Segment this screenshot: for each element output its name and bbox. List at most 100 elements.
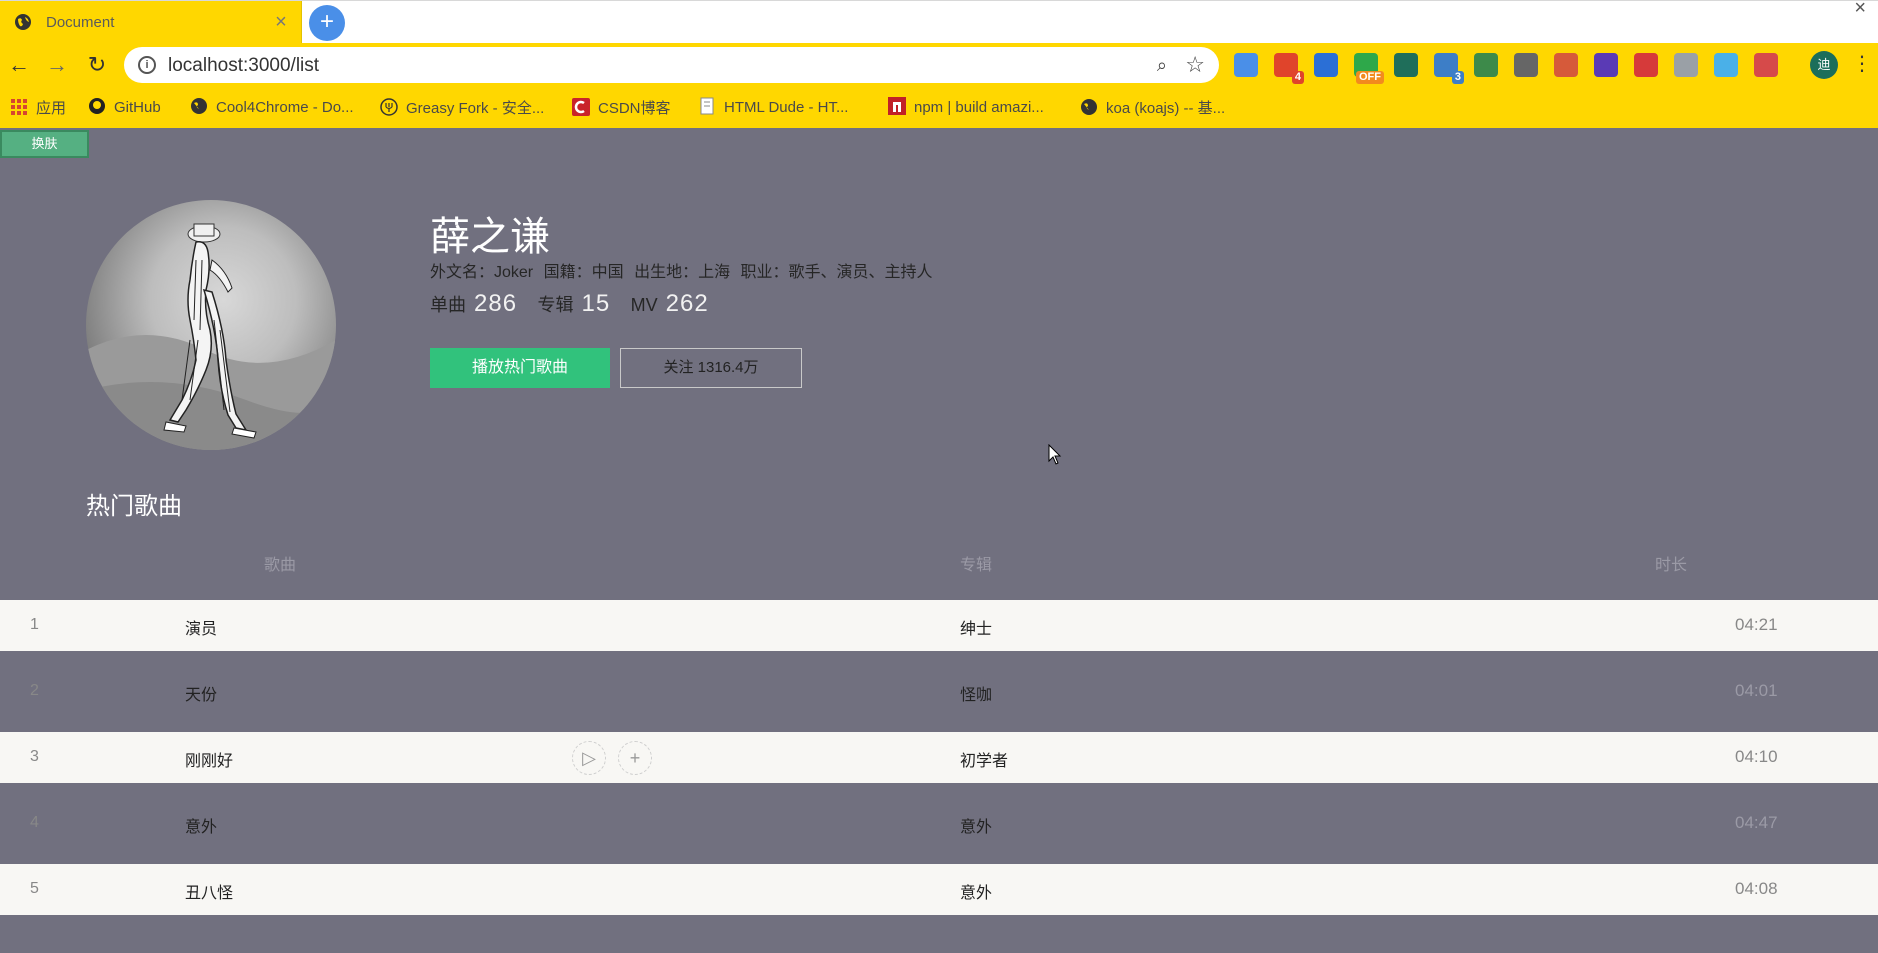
song-title[interactable]: 刚刚好 <box>185 747 233 771</box>
globe-icon <box>191 98 207 114</box>
github-icon <box>89 98 105 114</box>
bookmark-label: HTML Dude - HT... <box>724 99 849 116</box>
song-title[interactable]: 演员 <box>185 615 217 639</box>
song-album[interactable]: 怪咖 <box>960 681 992 705</box>
bookmark-label: GitHub <box>114 99 161 116</box>
tab-strip: Document × + × <box>0 0 1878 44</box>
song-duration: 04:08 <box>1735 879 1778 898</box>
skin-toggle-button[interactable]: 换肤 <box>0 130 89 158</box>
bookmark-cool4chrome[interactable]: Cool4Chrome - Do... <box>190 97 354 117</box>
menu-dots-icon[interactable]: ⋮ <box>1852 51 1872 77</box>
bookmark-csdn[interactable]: CSDN博客 <box>572 97 671 117</box>
song-index: 3 <box>30 748 39 765</box>
new-tab-button[interactable]: + <box>309 5 345 41</box>
song-duration: 04:10 <box>1735 747 1778 766</box>
bookmark-label: CSDN博客 <box>598 100 671 117</box>
table-row[interactable]: 1 演员 绅士 04:21 <box>0 600 1878 651</box>
song-album[interactable]: 绅士 <box>960 615 992 639</box>
column-header-song: 歌曲 <box>264 557 297 574</box>
cube-icon[interactable] <box>1594 53 1618 77</box>
bookmark-greasyfork[interactable]: Greasy Fork - 安全... <box>380 97 544 117</box>
song-index: 5 <box>30 880 39 897</box>
bookmark-label: 应用 <box>36 100 67 117</box>
extension-badge: 4 <box>1291 71 1304 84</box>
shield-icon[interactable] <box>1674 53 1698 77</box>
window-close-icon[interactable]: × <box>1854 0 1866 20</box>
table-row[interactable]: 5 丑八怪 意外 04:08 <box>0 864 1878 915</box>
extension-badge: 3 <box>1451 71 1464 84</box>
tab-title: Document <box>46 14 115 31</box>
artist-name: 薛之谦 <box>430 215 550 259</box>
profile-avatar[interactable]: 迪 <box>1810 51 1838 79</box>
artist-occupation: 职业：歌手、演员、主持人 <box>740 264 933 281</box>
calendar-icon[interactable] <box>1754 53 1778 77</box>
bookmark-npm[interactable]: npm | build amazi... <box>888 97 1044 117</box>
people-icon[interactable] <box>1554 53 1578 77</box>
song-index: 4 <box>30 814 39 831</box>
table-row[interactable]: 3 刚刚好 ▷ + 初学者 04:10 <box>0 732 1878 783</box>
follow-button[interactable]: 关注 1316.4万 <box>620 348 802 388</box>
url-text[interactable]: localhost:3000/list <box>168 55 319 77</box>
s-icon[interactable]: 3 <box>1434 53 1464 84</box>
song-title[interactable]: 丑八怪 <box>185 879 233 903</box>
vue-icon[interactable] <box>1394 53 1418 77</box>
mv-label: MV <box>630 295 658 315</box>
column-header-duration: 时长 <box>1655 557 1688 574</box>
bookmark-star-icon[interactable]: ☆ <box>1185 52 1205 78</box>
bookmark-htmldude[interactable]: HTML Dude - HT... <box>698 97 848 117</box>
bookmark-github[interactable]: GitHub <box>88 97 161 117</box>
artist-foreign-name: 外文名：Joker <box>430 264 534 281</box>
extension-badge: OFF <box>1356 71 1384 84</box>
site-info-icon[interactable]: i <box>138 56 156 74</box>
feather-icon[interactable] <box>1234 53 1258 77</box>
column-header-album: 专辑 <box>960 557 993 574</box>
add-icon[interactable]: + <box>618 741 652 775</box>
mv-count[interactable]: 262 <box>666 290 709 317</box>
bookmark-apps[interactable]: 应用 <box>10 97 66 117</box>
song-index: 1 <box>30 616 39 633</box>
bookmark-label: Cool4Chrome - Do... <box>216 99 354 116</box>
single-label: 单曲 <box>430 295 466 315</box>
forward-arrow-icon[interactable]: → <box>44 52 70 78</box>
tab-close-icon[interactable]: × <box>271 10 291 34</box>
single-count[interactable]: 286 <box>474 290 517 317</box>
artist-page: 换肤 薛之谦 外文名：Joker 国籍：中国 出生地：上海 职业：歌手、演员、主… <box>0 128 1878 953</box>
artist-birthplace: 出生地：上海 <box>634 264 731 281</box>
globe-icon <box>15 14 31 30</box>
address-bar[interactable]: i localhost:3000/list ⌕ ☆ <box>124 47 1219 83</box>
w-icon[interactable] <box>1314 53 1338 77</box>
artist-stats: 单曲 286 专辑 15 MV 262 <box>430 290 725 318</box>
play-hot-songs-button[interactable]: 播放热门歌曲 <box>430 348 610 388</box>
zoom-icon[interactable]: ⌕ <box>1157 55 1167 76</box>
album-count[interactable]: 15 <box>582 290 611 317</box>
song-album[interactable]: 初学者 <box>960 747 1008 771</box>
mouse-cursor-icon <box>1048 444 1062 465</box>
bookmark-label: koa (koajs) -- 基... <box>1106 100 1226 117</box>
song-index: 2 <box>30 682 39 699</box>
artist-avatar <box>86 200 336 450</box>
compass-icon[interactable] <box>1714 53 1738 77</box>
table-row[interactable]: 2 天份 怪咖 04:01 <box>0 666 1878 717</box>
artist-nationality: 国籍：中国 <box>543 264 624 281</box>
mail-icon[interactable]: 4 <box>1274 53 1304 84</box>
song-title[interactable]: 意外 <box>185 813 217 837</box>
play-icon[interactable]: ▷ <box>572 741 606 775</box>
song-title[interactable]: 天份 <box>185 681 217 705</box>
fe-icon[interactable] <box>1634 53 1658 77</box>
album-label: 专辑 <box>537 295 574 315</box>
artist-meta: 外文名：Joker 国籍：中国 出生地：上海 职业：歌手、演员、主持人 <box>430 258 939 282</box>
reload-icon[interactable]: ↻ <box>84 52 110 78</box>
brackets-icon[interactable] <box>1514 53 1538 77</box>
tab-document[interactable]: Document × <box>0 1 302 44</box>
song-album[interactable]: 意外 <box>960 879 992 903</box>
recycle-icon[interactable] <box>1474 53 1498 77</box>
csdn-icon <box>572 98 590 116</box>
table-row[interactable]: 4 意外 意外 04:47 <box>0 798 1878 849</box>
song-album[interactable]: 意外 <box>960 813 992 837</box>
song-duration: 04:47 <box>1735 813 1778 832</box>
back-arrow-icon[interactable]: ← <box>6 52 32 78</box>
apps-grid-icon <box>11 99 27 115</box>
bookmark-koa[interactable]: koa (koajs) -- 基... <box>1080 97 1225 117</box>
info-icon[interactable]: OFF <box>1354 53 1384 84</box>
bookmark-label: Greasy Fork - 安全... <box>406 100 545 117</box>
